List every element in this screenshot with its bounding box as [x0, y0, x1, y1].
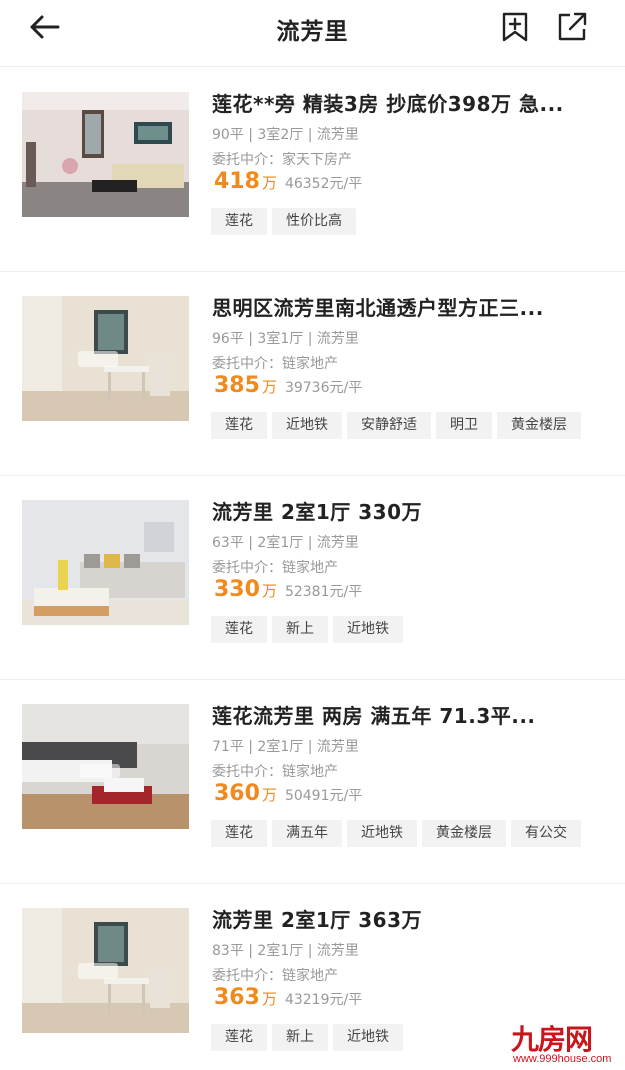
tag: 明卫 [436, 412, 492, 439]
tag: 性价比高 [272, 208, 356, 235]
listing-photo [22, 296, 189, 421]
listing-meta: 90平 | 3室2厅 | 流芳里 [212, 127, 359, 143]
tag: 有公交 [511, 820, 581, 847]
unit-price: 50491元/平 [284, 788, 363, 804]
listing-agent: 委托中介：链家地产 [212, 560, 338, 576]
listing-card[interactable]: 流芳里 2室1厅 330万 63平 | 2室1厅 | 流芳里 委托中介：链家地产… [0, 476, 625, 680]
price-unit: 万 [261, 378, 277, 396]
price-unit: 万 [261, 174, 277, 192]
price-row: 418 万 46352元/平 [214, 169, 362, 199]
tag-list: 莲花 新上 近地铁 [211, 1024, 408, 1051]
listing-title: 莲花**旁 精装3房 抄底价398万 急... [212, 92, 564, 116]
total-price: 330 [214, 577, 260, 602]
listing-card[interactable]: 莲花流芳里 两房 满五年 71.3平... 71平 | 2室1厅 | 流芳里 委… [0, 680, 625, 884]
price-row: 330 万 52381元/平 [214, 577, 362, 607]
tag-list: 莲花 新上 近地铁 [211, 616, 408, 643]
listing-card[interactable]: 思明区流芳里南北通透户型方正三... 96平 | 3室1厅 | 流芳里 委托中介… [0, 272, 625, 476]
bookmark-add-icon [502, 12, 528, 42]
listing-card[interactable]: 莲花**旁 精装3房 抄底价398万 急... 90平 | 3室2厅 | 流芳里… [0, 68, 625, 272]
unit-price: 52381元/平 [284, 584, 363, 600]
share-external-icon [558, 12, 587, 41]
unit-price: 46352元/平 [284, 176, 363, 192]
tag: 近地铁 [333, 616, 403, 643]
tag: 安静舒适 [347, 412, 431, 439]
listing-title: 思明区流芳里南北通透户型方正三... [212, 296, 544, 320]
top-nav-bar: 流芳里 [0, 0, 625, 67]
listing-photo [22, 92, 189, 217]
share-button[interactable] [556, 11, 588, 43]
price-unit: 万 [261, 582, 277, 600]
tag: 满五年 [272, 820, 342, 847]
price-row: 363 万 43219元/平 [214, 985, 362, 1015]
unit-price: 43219元/平 [284, 992, 363, 1008]
tag-list: 莲花 近地铁 安静舒适 明卫 黄金楼层 [211, 412, 586, 439]
tag: 莲花 [211, 616, 267, 643]
listing-agent: 委托中介：家天下房产 [212, 152, 352, 168]
unit-price: 39736元/平 [284, 380, 363, 396]
listing-title: 流芳里 2室1厅 363万 [212, 908, 423, 932]
listing-photo [22, 908, 189, 1033]
listing-agent: 委托中介：链家地产 [212, 356, 338, 372]
tag: 新上 [272, 1024, 328, 1051]
listing-meta: 96平 | 3室1厅 | 流芳里 [212, 331, 359, 347]
price-row: 360 万 50491元/平 [214, 781, 362, 811]
tag: 莲花 [211, 412, 267, 439]
tag: 近地铁 [347, 820, 417, 847]
listing-title: 莲花流芳里 两房 满五年 71.3平... [212, 704, 536, 728]
tag: 新上 [272, 616, 328, 643]
listing-photo [22, 704, 189, 829]
tag-list: 莲花 满五年 近地铁 黄金楼层 有公交 [211, 820, 586, 847]
total-price: 360 [214, 781, 260, 806]
tag: 莲花 [211, 820, 267, 847]
watermark-url: www.999house.com [513, 1053, 612, 1065]
tag: 黄金楼层 [422, 820, 506, 847]
tag-list: 莲花 性价比高 [211, 208, 361, 235]
tag: 近地铁 [333, 1024, 403, 1051]
page-title: 流芳里 [276, 19, 349, 45]
listing-photo [22, 500, 189, 625]
price-unit: 万 [261, 990, 277, 1008]
tag: 黄金楼层 [497, 412, 581, 439]
price-row: 385 万 39736元/平 [214, 373, 362, 403]
site-watermark: 九房网 www.999house.com [507, 1018, 617, 1068]
listing-title: 流芳里 2室1厅 330万 [212, 500, 423, 524]
total-price: 418 [214, 169, 260, 194]
watermark-brand: 九房网 [511, 1023, 593, 1056]
listing-meta: 83平 | 2室1厅 | 流芳里 [212, 943, 359, 959]
price-unit: 万 [261, 786, 277, 804]
bookmark-button[interactable] [499, 11, 531, 43]
listing-agent: 委托中介：链家地产 [212, 764, 338, 780]
listing-agent: 委托中介：链家地产 [212, 968, 338, 984]
total-price: 363 [214, 985, 260, 1010]
tag: 莲花 [211, 1024, 267, 1051]
listing-meta: 63平 | 2室1厅 | 流芳里 [212, 535, 359, 551]
listing-meta: 71平 | 2室1厅 | 流芳里 [212, 739, 359, 755]
tag: 近地铁 [272, 412, 342, 439]
total-price: 385 [214, 373, 260, 398]
tag: 莲花 [211, 208, 267, 235]
